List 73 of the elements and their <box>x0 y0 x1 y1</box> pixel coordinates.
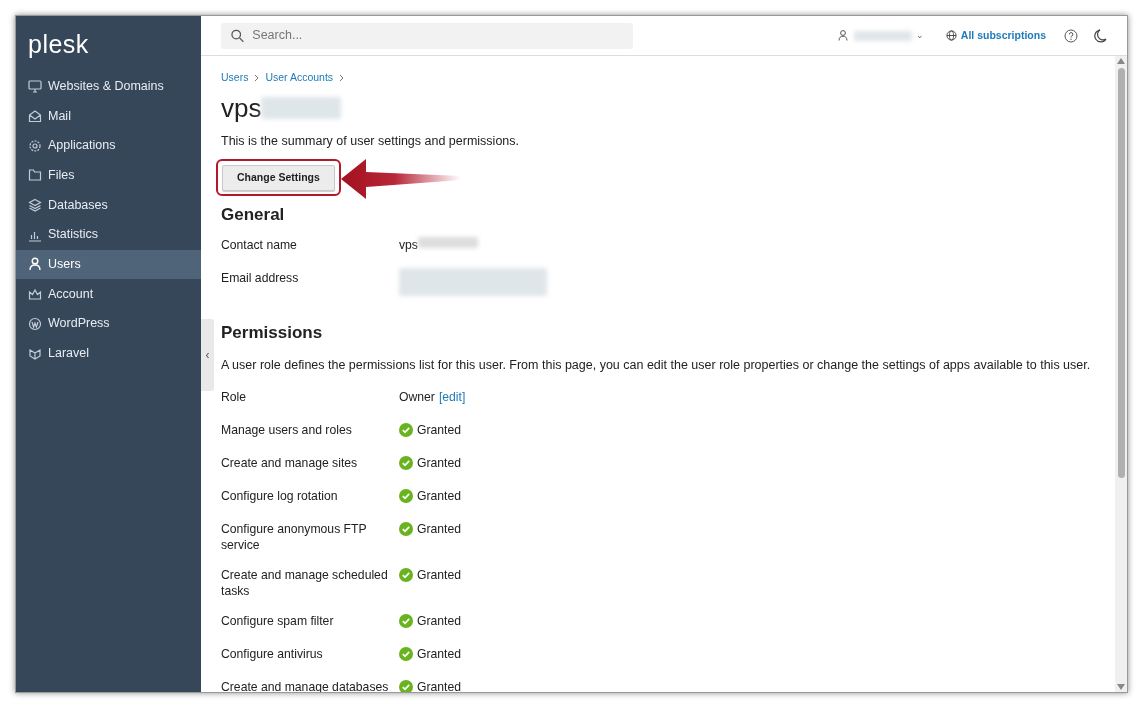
sidebar-item[interactable]: Databases <box>16 190 201 220</box>
breadcrumb-link[interactable]: User Accounts <box>265 70 334 86</box>
monitor-icon <box>28 79 42 94</box>
scroll-up-icon[interactable] <box>1117 58 1125 64</box>
sidebar-item[interactable]: Statistics <box>16 219 201 250</box>
field-label: Create and manage scheduled tasks <box>221 566 389 599</box>
plesk-logo[interactable]: plesk <box>16 16 101 72</box>
scroll-down-icon[interactable] <box>1117 684 1125 690</box>
sidebar-item-label: Mail <box>48 107 71 125</box>
section-heading: Permissions <box>221 322 324 345</box>
circle-w-icon <box>28 316 42 331</box>
field-label: Configure log rotation <box>221 487 339 505</box>
globe-icon <box>945 30 957 41</box>
field-label: Manage users and roles <box>221 421 353 439</box>
crown-icon <box>28 287 42 302</box>
field-value: vps <box>399 237 418 254</box>
field-label: Configure antivirus <box>221 645 324 663</box>
field-label: Email address <box>221 270 300 288</box>
person-icon[interactable] <box>837 30 848 41</box>
sidebar-item-label: Applications <box>48 137 116 155</box>
sidebar-item-label: Statistics <box>48 226 98 244</box>
chevron-icon <box>339 73 345 82</box>
permission-status: Granted <box>417 421 462 438</box>
field-label: Contact name <box>221 237 298 255</box>
permission-status: Granted <box>417 645 462 662</box>
edit-link[interactable]: [edit] <box>438 388 466 405</box>
chevron-icon <box>254 73 260 82</box>
sidebar-item[interactable]: Laravel <box>16 338 201 369</box>
scrollbar[interactable] <box>1115 56 1127 692</box>
gear-icon <box>28 138 42 153</box>
sidebar-item[interactable]: Mail <box>16 101 201 131</box>
sidebar-item[interactable]: Websites & Domains <box>16 71 201 102</box>
permission-status: Granted <box>417 678 462 692</box>
collapse-sidebar-handle[interactable]: ‹ <box>201 319 214 391</box>
field-label: Configure anonymous FTP service <box>221 520 368 553</box>
permission-status: Granted <box>417 612 462 629</box>
sidebar-item[interactable]: Users <box>16 249 201 280</box>
sidebar-item-label: WordPress <box>48 315 110 333</box>
permission-status: Granted <box>417 487 462 504</box>
sidebar-item-label: Laravel <box>48 345 89 363</box>
section-heading: General <box>221 203 286 226</box>
field-label: Create and manage sites <box>221 454 359 472</box>
search-field[interactable]: Search... <box>221 22 633 49</box>
change-settings-button[interactable]: Change Settings <box>222 165 335 191</box>
field-label: Role <box>221 388 248 406</box>
moon-icon[interactable] <box>1094 28 1107 43</box>
breadcrumb-link[interactable]: Users <box>221 70 249 86</box>
section-description: A user role defines the permissions list for this user. From this page, you can edit the user role properties or change the settings of apps available to this user. <box>221 356 1092 374</box>
all-subscriptions-link[interactable]: All subscriptions <box>960 27 1046 44</box>
page-description: This is the summary of user settings and permissions. <box>221 133 521 151</box>
sidebar-item-label: Users <box>48 256 81 274</box>
person-icon <box>28 257 42 272</box>
help-icon[interactable] <box>1064 28 1078 43</box>
envelope-icon <box>28 109 42 124</box>
search-input[interactable]: Search... <box>250 25 623 46</box>
sidebar-item-label: Account <box>48 285 94 303</box>
sidebar-item-label: Databases <box>48 196 108 214</box>
permission-status: Granted <box>417 566 462 583</box>
sidebar-item[interactable]: Account <box>16 279 201 309</box>
folder-icon <box>28 168 42 183</box>
field-value: Owner <box>399 388 435 405</box>
sidebar-item[interactable]: WordPress <box>16 309 201 339</box>
caret-icon[interactable]: ⌄ <box>915 28 924 43</box>
sidebar-item-label: Files <box>48 167 75 185</box>
search-icon <box>231 28 245 43</box>
sidebar-item-label: Websites & Domains <box>48 77 164 95</box>
layers-icon <box>28 198 42 213</box>
sidebar-item[interactable]: Files <box>16 160 201 191</box>
sidebar-item[interactable]: Applications <box>16 130 201 161</box>
page-title: vps <box>221 93 262 123</box>
field-label: Configure spam filter <box>221 612 335 630</box>
permission-status: Granted <box>417 520 462 537</box>
permission-status: Granted <box>417 454 462 471</box>
